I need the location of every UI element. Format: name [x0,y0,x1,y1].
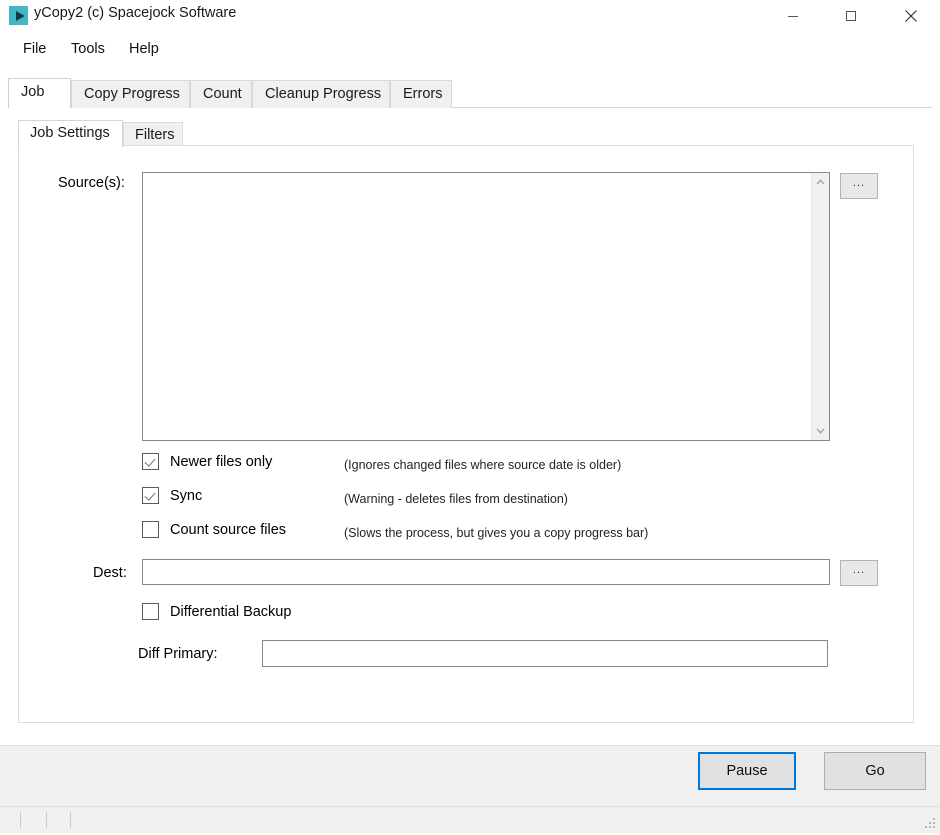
source-label: Source(s): [58,175,125,191]
checkbox-label: Differential Backup [170,603,292,620]
hint-newer-files-only: (Ignores changed files where source date… [344,458,622,472]
menu-item-tools[interactable]: Tools [62,32,114,66]
tab-job[interactable]: Job [8,78,71,108]
chevron-down-icon [816,428,825,434]
checkbox-label: Count source files [170,521,287,538]
checkbox-sync[interactable]: Sync [142,487,202,504]
pause-button[interactable]: Pause [698,752,796,790]
source-browse-button[interactable]: ... [840,173,878,199]
tab-job-settings[interactable]: Job Settings [18,120,123,148]
dest-browse-button[interactable]: ... [840,560,878,586]
checkbox-box[interactable] [142,453,159,470]
window-title: yCopy2 (c) Spacejock Software [34,5,237,21]
play-triangle-icon [9,6,28,25]
hint-sync: (Warning - deletes files from destinatio… [344,492,568,506]
source-scrollbar[interactable] [811,173,829,440]
status-separator-3 [70,812,71,828]
action-bar [0,745,940,807]
checkbox-label: Newer files only [170,453,273,470]
dest-input[interactable] [142,559,830,585]
maximize-button[interactable] [828,0,874,31]
title-bar: yCopy2 (c) Spacejock Software [0,0,940,32]
outer-tab-strip: Job Copy Progress Count Cleanup Progress… [8,78,932,108]
minimize-icon [788,15,798,17]
close-icon [905,9,917,22]
status-separator-2 [46,812,47,828]
status-separator-1 [20,812,21,828]
status-bar [0,806,940,833]
menu-bar: File Tools Help [0,32,940,66]
diff-primary-input[interactable] [262,640,828,667]
diff-primary-label: Diff Primary: [138,646,218,662]
resize-grip-icon[interactable] [921,815,937,831]
dest-label: Dest: [93,565,127,581]
checkbox-label: Sync [170,487,203,504]
menu-item-help[interactable]: Help [120,32,168,66]
minimize-button[interactable] [770,0,816,31]
scroll-up-button[interactable] [812,173,829,191]
maximize-icon [846,10,856,21]
tab-cleanup-progress[interactable]: Cleanup Progress [252,80,390,108]
close-button[interactable] [888,0,934,31]
scroll-down-button[interactable] [812,422,829,440]
checkbox-box[interactable] [142,487,159,504]
checkbox-count-source-files[interactable]: Count source files [142,521,286,538]
menu-item-file[interactable]: File [14,32,55,66]
checkbox-differential-backup[interactable]: Differential Backup [142,603,291,620]
source-list[interactable] [142,172,830,441]
chevron-up-icon [816,179,825,185]
checkbox-newer-files-only[interactable]: Newer files only [142,453,272,470]
tab-copy-progress[interactable]: Copy Progress [71,80,190,108]
checkbox-box[interactable] [142,603,159,620]
hint-count-source-files: (Slows the process, but gives you a copy… [344,526,649,540]
go-button[interactable]: Go [824,752,926,790]
tab-count[interactable]: Count [190,80,252,108]
checkbox-box[interactable] [142,521,159,538]
tab-errors[interactable]: Errors [390,80,452,108]
